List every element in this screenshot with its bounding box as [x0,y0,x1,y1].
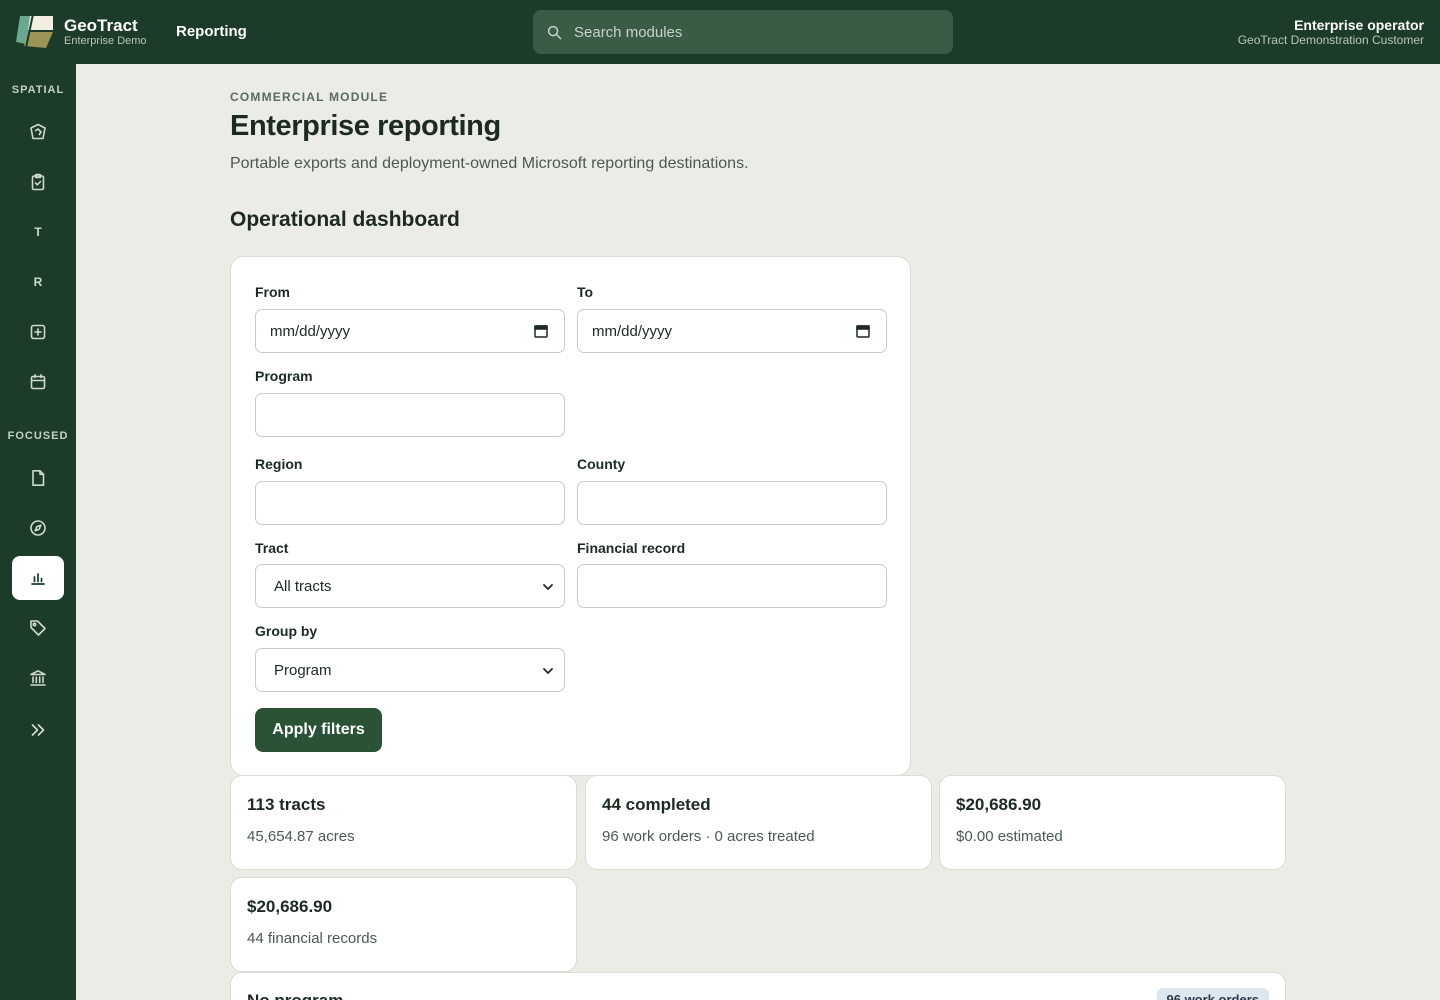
to-label: To [577,284,594,300]
dashboard-title: Operational dashboard [230,208,460,231]
sidebar-item-calendar[interactable] [12,360,64,404]
section-title: Reporting [176,23,247,40]
chevron-down-icon [543,584,553,590]
chevrons-right-icon [31,724,45,736]
calendar-icon [534,325,548,338]
search-box[interactable] [533,10,953,54]
tag-icon [30,620,46,636]
bank-icon [30,669,46,686]
sidebar-item-reporting[interactable] [12,556,64,600]
region-label: Region [255,456,303,472]
search-icon [547,25,562,39]
financial-record-input[interactable] [577,564,887,608]
sidebar-item-pricing[interactable] [12,606,64,650]
plus-square-icon [30,324,46,340]
sidebar-expand[interactable] [12,708,64,752]
sidebar-item-finance[interactable] [12,656,64,700]
stat-value: $20,686.90 [247,897,333,916]
stat-subtext: 45,654.87 acres [247,828,355,845]
tract-select[interactable]: All tracts [255,564,565,608]
apply-filters-button[interactable]: Apply filters [255,708,382,752]
from-label: From [255,284,290,300]
from-date-placeholder: mm/dd/yyyy [270,322,351,340]
to-date-placeholder: mm/dd/yyyy [592,322,673,340]
sidebar-item-add[interactable] [12,310,64,354]
stat-subtext: $0.00 estimated [956,828,1063,845]
clipboard-check-icon [31,173,45,191]
group-title: No program [247,991,343,1000]
sidebar-item-explore[interactable] [12,506,64,550]
calendar-icon [856,325,870,338]
region-input[interactable] [255,481,565,525]
geotract-logo-icon [16,14,53,48]
bar-chart-icon [31,573,45,585]
tract-select-value: All tracts [274,577,332,595]
compass-icon [30,520,46,536]
sidebar-item-documents[interactable] [12,456,64,500]
sidebar-heading-focused: FOCUSED [7,430,69,442]
top-bar: GeoTract Enterprise Demo Reporting Enter… [0,0,1440,64]
stat-value: $20,686.90 [956,795,1042,814]
user-org: GeoTract Demonstration Customer [1237,33,1424,47]
search-input[interactable] [574,23,934,41]
county-label: County [577,456,626,472]
sidebar-letter: T [34,225,42,239]
shield-map-icon [30,123,46,140]
stat-value: 113 tracts [247,795,326,814]
page-description: Portable exports and deployment-owned Mi… [230,155,749,172]
group-by-select[interactable]: Program [255,648,565,692]
sidebar: SPATIAL T R FOCUSED [0,64,76,1000]
stat-subtext: 96 work orders · 0 acres treated [602,828,815,845]
user-menu[interactable]: Enterprise operator GeoTract Demonstrati… [1238,17,1424,47]
app-subtitle: Enterprise Demo [64,35,147,47]
brand[interactable]: GeoTract Enterprise Demo [64,16,147,48]
group-by-label: Group by [255,623,318,639]
stat-value: 44 completed [602,795,711,814]
module-eyebrow: COMMERCIAL MODULE [230,90,389,104]
sidebar-heading-spatial: SPATIAL [11,84,65,96]
sidebar-item-t[interactable]: T [12,210,64,254]
from-date-input[interactable]: mm/dd/yyyy [255,309,565,353]
sidebar-item-spatial-1[interactable] [12,110,64,154]
program-input[interactable] [255,393,565,437]
sidebar-letter: R [33,275,43,289]
group-by-select-value: Program [274,661,332,679]
financial-record-label: Financial record [577,540,686,556]
program-label: Program [255,368,313,384]
sidebar-item-r[interactable]: R [12,260,64,304]
group-card-no-program: No program 96 work orders [230,972,1286,1000]
stat-subtext: 44 financial records [247,930,378,947]
to-date-input[interactable]: mm/dd/yyyy [577,309,887,353]
work-order-count-badge: 96 work orders [1156,988,1269,1000]
user-role: Enterprise operator [1294,17,1424,33]
page-title: Enterprise reporting [230,110,501,142]
chevron-down-icon [543,668,553,674]
calendar-icon [30,373,46,390]
app-name: GeoTract [64,16,138,35]
document-icon [32,470,45,486]
filters-panel: From mm/dd/yyyy To mm/dd/yyyy Program Re… [230,256,911,776]
stat-card-tracts: 113 tracts 45,654.87 acres [230,775,577,870]
sidebar-item-spatial-2[interactable] [12,160,64,204]
stat-card-financial: $20,686.90 44 financial records [230,877,577,972]
tract-label: Tract [255,540,289,556]
county-input[interactable] [577,481,887,525]
stat-card-completed: 44 completed 96 work orders · 0 acres tr… [585,775,932,870]
stat-card-cost: $20,686.90 $0.00 estimated [939,775,1286,870]
